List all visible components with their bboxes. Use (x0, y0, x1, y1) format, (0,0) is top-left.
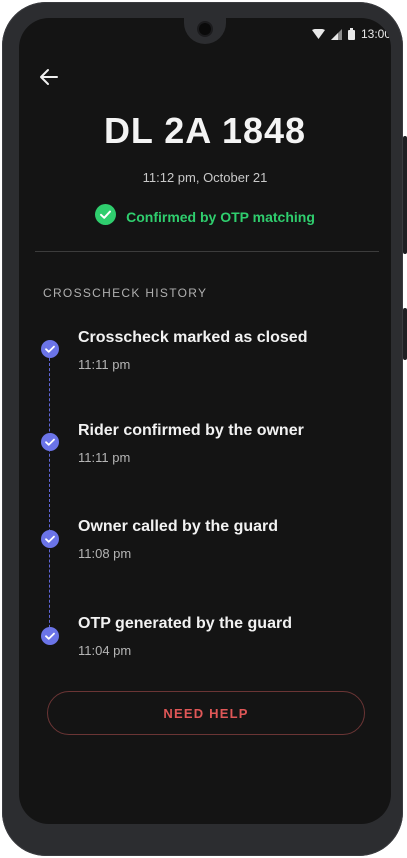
signal-icon (330, 28, 342, 40)
status-time: 13:00 (360, 27, 391, 41)
timeline-line (49, 358, 50, 638)
confirmation-status: Confirmed by OTP matching (19, 204, 391, 230)
status-bar: 13:00 (311, 25, 391, 43)
history-item-title: Owner called by the guard (78, 518, 279, 535)
divider (35, 251, 379, 252)
front-camera (199, 23, 211, 35)
arrow-left-icon (38, 69, 60, 92)
back-button[interactable] (38, 66, 60, 88)
history-item-time: 11:04 pm (78, 643, 132, 658)
history-item-title: OTP generated by the guard (78, 615, 292, 632)
check-circle-icon (41, 340, 59, 358)
volume-button (403, 308, 407, 360)
notch (184, 18, 226, 44)
screen: 13:00 DL 2A 1848 11:12 pm, October 21 Co… (19, 18, 391, 824)
crosscheck-datetime: 11:12 pm, October 21 (142, 170, 268, 185)
history-item-time: 11:08 pm (78, 546, 132, 561)
need-help-button[interactable]: NEED HELP (47, 691, 365, 735)
phone-frame: 13:00 DL 2A 1848 11:12 pm, October 21 Co… (2, 2, 407, 856)
check-circle-icon (95, 204, 117, 230)
history-item-title: Rider confirmed by the owner (78, 422, 304, 439)
battery-icon (347, 28, 355, 40)
history-item-title: Crosscheck marked as closed (78, 329, 308, 346)
wifi-icon (311, 28, 325, 40)
check-circle-icon (41, 530, 59, 548)
confirmation-text: Confirmed by OTP matching (126, 209, 315, 225)
check-circle-icon (41, 627, 59, 645)
history-item-time: 11:11 pm (78, 357, 131, 372)
history-item-time: 11:11 pm (78, 450, 131, 465)
check-circle-icon (41, 433, 59, 451)
vehicle-plate: DL 2A 1848 (103, 110, 307, 151)
power-button (403, 136, 407, 254)
history-section-title: CROSSCHECK HISTORY (43, 286, 208, 300)
